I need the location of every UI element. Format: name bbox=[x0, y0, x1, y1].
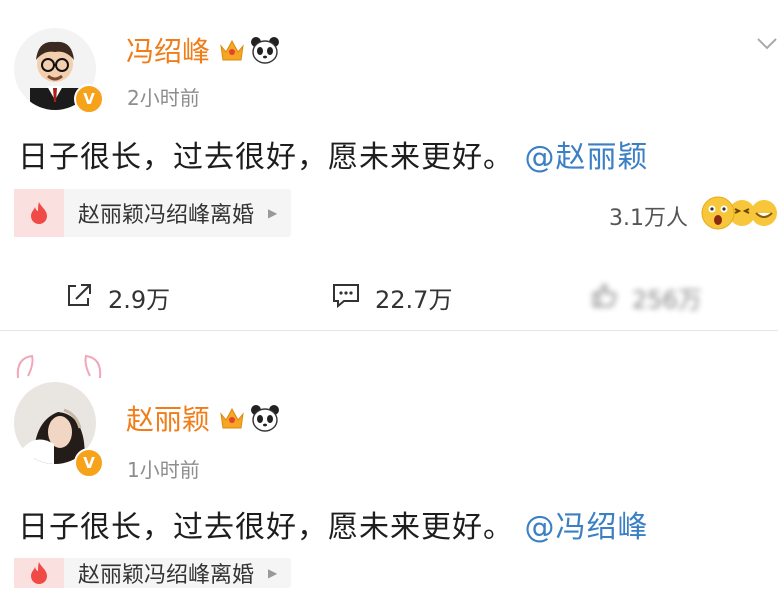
flame-icon bbox=[14, 189, 64, 237]
mention-link[interactable]: @冯绍峰 bbox=[525, 510, 649, 545]
author-row: 赵丽颖 bbox=[126, 402, 280, 438]
heat-count: 3.1万人 bbox=[609, 206, 688, 231]
topic-tag[interactable]: 赵丽颖冯绍峰离婚 ▶ bbox=[14, 189, 292, 237]
surprised-emoji-icon bbox=[701, 196, 777, 230]
chevron-right-icon: ▶ bbox=[268, 206, 278, 220]
share-button[interactable]: 2.9万 bbox=[66, 280, 170, 315]
crown-icon bbox=[218, 405, 246, 435]
panda-icon bbox=[250, 404, 280, 436]
reaction-emojis bbox=[700, 195, 778, 231]
post-content: 日子很长，过去很好，愿未来更好。 @赵丽颖 bbox=[18, 132, 649, 176]
bunny-ears-icon bbox=[16, 354, 102, 379]
like-count: 256万 bbox=[632, 286, 702, 314]
action-bar: 2.9万 22.7万 256万 bbox=[0, 278, 778, 318]
share-count: 2.9万 bbox=[108, 286, 171, 314]
author-name[interactable]: 赵丽颖 bbox=[126, 402, 210, 438]
comment-count: 22.7万 bbox=[375, 286, 453, 314]
panda-icon bbox=[250, 36, 280, 68]
mention-link[interactable]: @赵丽颖 bbox=[525, 140, 649, 175]
chevron-right-icon: ▶ bbox=[268, 566, 278, 580]
vip-verified-icon: V bbox=[74, 448, 104, 478]
chevron-down-icon[interactable] bbox=[756, 36, 778, 55]
post-content: 日子很长，过去很好，愿未来更好。 @冯绍峰 bbox=[18, 502, 649, 546]
author-name[interactable]: 冯绍峰 bbox=[126, 34, 210, 70]
post-time: 1小时前 bbox=[127, 458, 200, 482]
comment-icon bbox=[331, 282, 361, 314]
topic-label: 赵丽颖冯绍峰离婚 bbox=[78, 203, 255, 228]
weibo-post-1: V 冯绍峰 2小时前 日子很长，过去很好，愿未来更好。 @赵丽颖 赵丽颖冯绍峰离… bbox=[0, 0, 778, 330]
share-icon bbox=[66, 282, 94, 314]
author-avatar-wrapper[interactable]: V bbox=[14, 354, 104, 478]
post-text: 日子很长，过去很好，愿未来更好。 bbox=[18, 140, 514, 175]
weibo-post-2: V 赵丽颖 1小时前 日子很长，过去很好，愿未来更好。 @冯绍峰 赵丽颖冯绍峰离… bbox=[0, 330, 778, 588]
topic-tag[interactable]: 赵丽颖冯绍峰离婚 ▶ bbox=[14, 558, 292, 588]
post-text: 日子很长，过去很好，愿未来更好。 bbox=[18, 510, 514, 545]
vip-verified-icon: V bbox=[74, 84, 104, 114]
author-row: 冯绍峰 bbox=[126, 34, 280, 70]
like-icon bbox=[590, 282, 618, 314]
comment-button[interactable]: 22.7万 bbox=[331, 280, 452, 315]
crown-icon bbox=[218, 37, 246, 67]
topic-label: 赵丽颖冯绍峰离婚 bbox=[78, 563, 255, 588]
post-time: 2小时前 bbox=[127, 86, 200, 110]
flame-icon bbox=[14, 558, 64, 588]
author-avatar-wrapper[interactable]: V bbox=[14, 28, 104, 118]
like-button[interactable]: 256万 bbox=[590, 280, 702, 315]
